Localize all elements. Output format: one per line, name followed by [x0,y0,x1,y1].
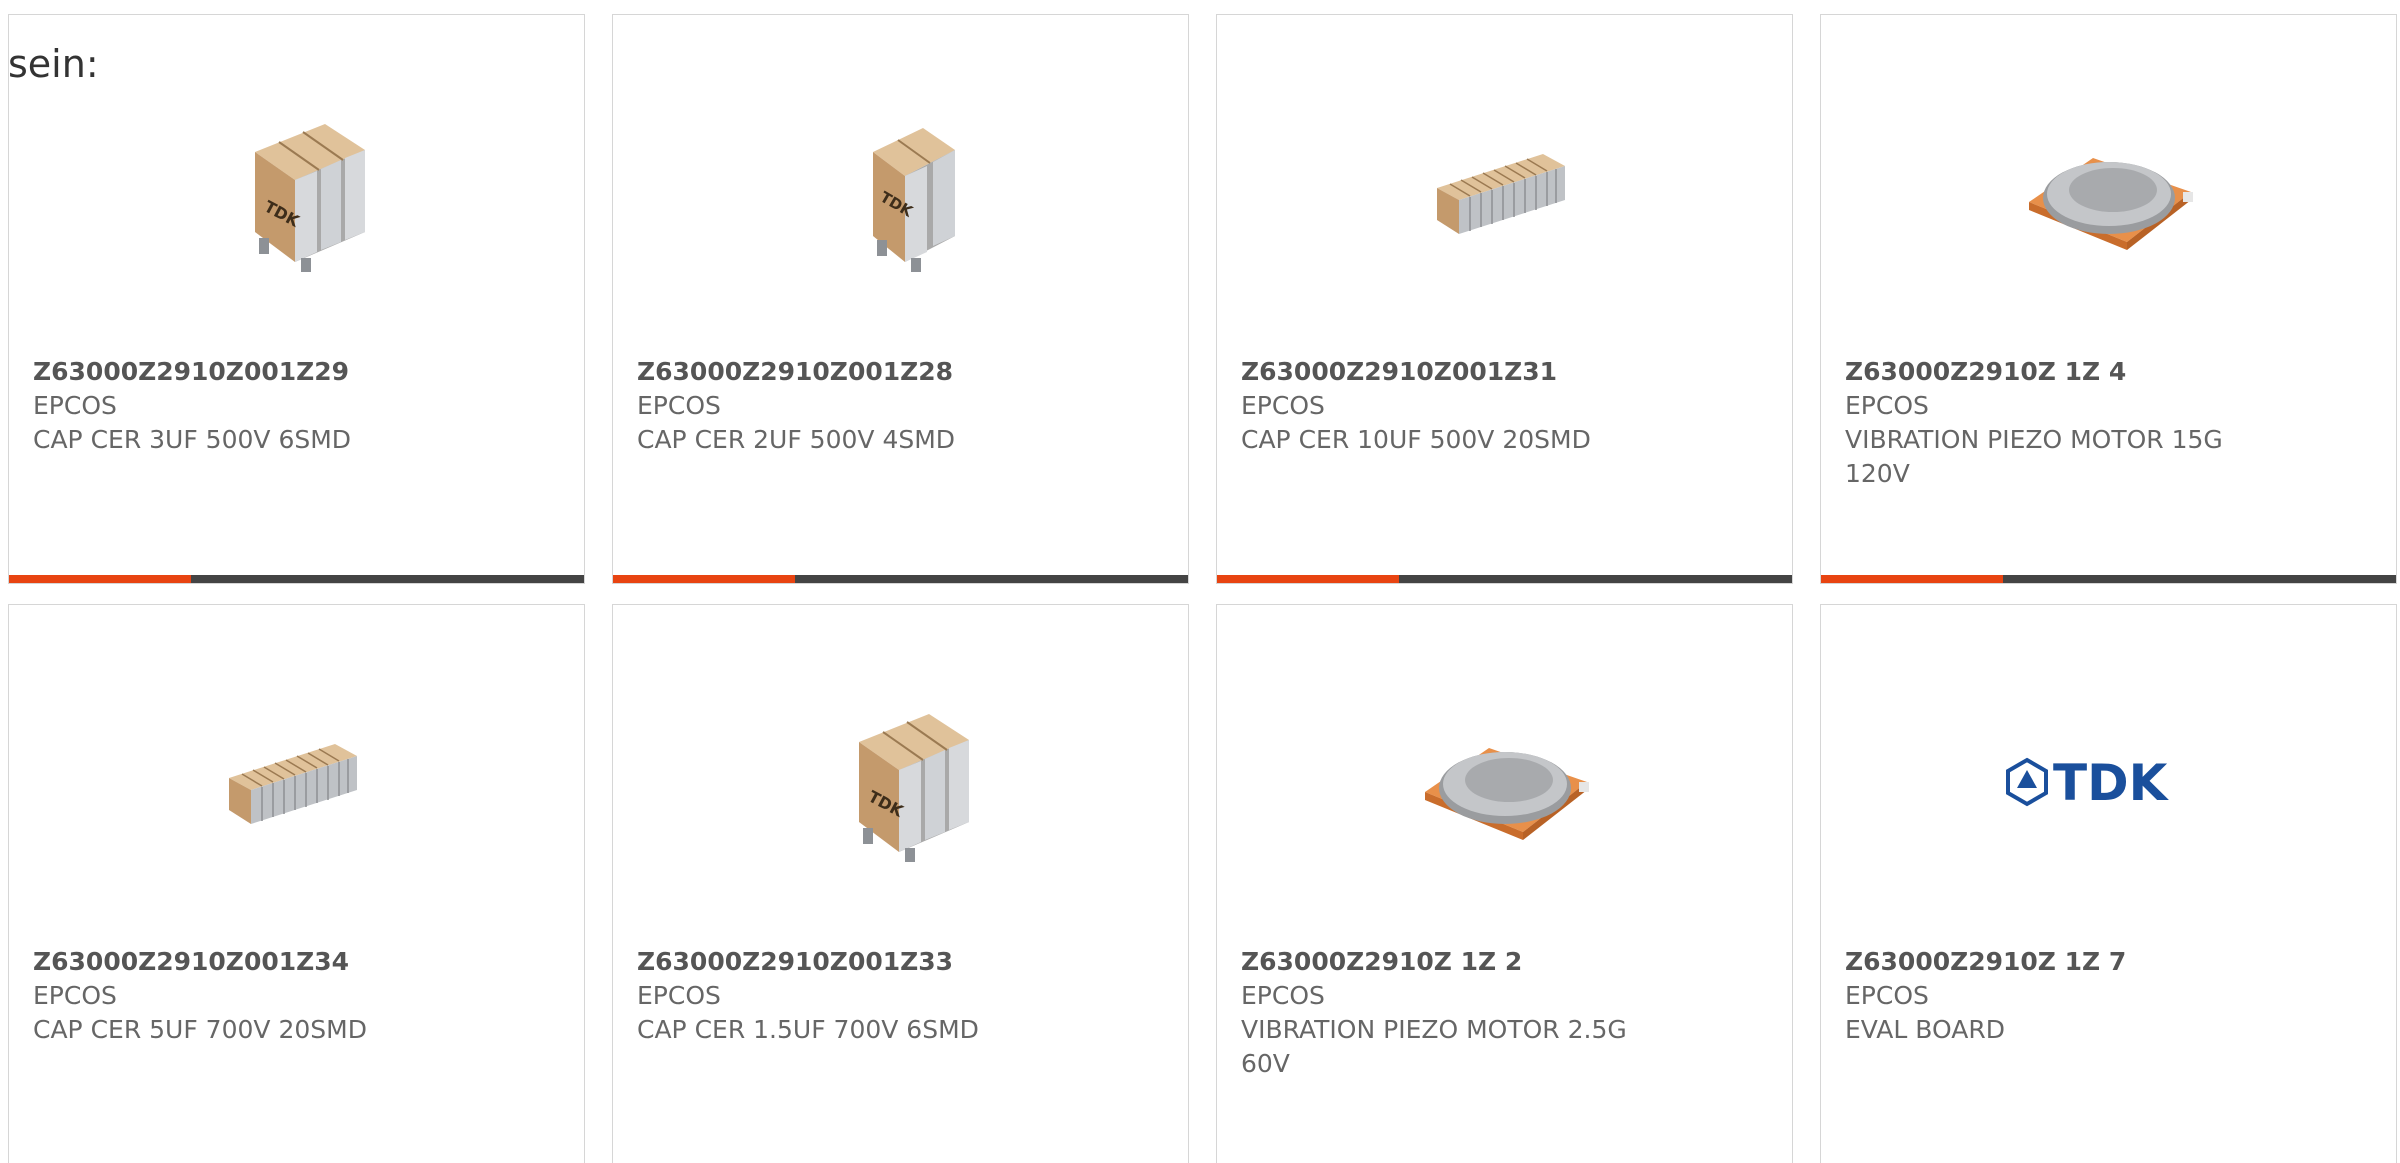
manufacturer: EPCOS [33,391,117,420]
product-grid-page: sein: TDK Z63000Z2910Z001Z29 EPCOS CAP C… [0,0,2400,1163]
ceramic-capacitor-row-10-icon [228,744,357,824]
part-number[interactable]: Z63000Z2910Z 1Z 7 [1845,945,2372,979]
product-meta: Z63000Z2910Z001Z28 EPCOS CAP CER 2UF 500… [637,355,1164,457]
product-image[interactable]: TDK [1821,657,2396,907]
product-description: CAP CER 5UF 700V 20SMD [33,1015,367,1044]
manufacturer: EPCOS [1241,391,1325,420]
manufacturer: EPCOS [637,391,721,420]
tdk-logo-text: TDK [2053,754,2170,812]
ceramic-capacitor-row-10-icon [1436,154,1565,234]
manufacturer: EPCOS [1845,981,1929,1010]
product-description: EVAL BOARD [1845,1015,2005,1044]
product-image[interactable] [9,657,584,907]
card-accent-bar [9,575,584,583]
tdk-logo-icon: TDK [2005,754,2170,812]
product-card[interactable]: Z63000Z2910Z 1Z 2 EPCOS VIBRATION PIEZO … [1216,604,1793,1163]
product-image[interactable]: TDK [613,67,1188,317]
part-number[interactable]: Z63000Z2910Z001Z33 [637,945,1164,979]
product-card[interactable]: TDK Z63000Z2910Z001Z29 EPCOS CAP CER 3UF… [8,14,585,584]
part-number[interactable]: Z63000Z2910Z 1Z 4 [1845,355,2372,389]
product-description: VIBRATION PIEZO MOTOR 2.5G 60V [1241,1015,1627,1078]
product-card[interactable]: TDK Z63000Z2910Z001Z28 EPCOS CAP CER 2UF… [612,14,1189,584]
card-accent-fill [613,575,795,583]
manufacturer: EPCOS [33,981,117,1010]
product-description: CAP CER 2UF 500V 4SMD [637,425,956,454]
ceramic-capacitor-stack-2-icon: TDK [872,128,955,272]
product-meta: Z63000Z2910Z001Z33 EPCOS CAP CER 1.5UF 7… [637,945,1164,1047]
product-image[interactable] [1217,657,1792,907]
card-accent-bar [1821,575,2396,583]
manufacturer: EPCOS [637,981,721,1010]
manufacturer: EPCOS [1241,981,1325,1010]
card-accent-bar [1217,575,1792,583]
product-image[interactable] [1821,67,2396,317]
product-meta: Z63000Z2910Z 1Z 7 EPCOS EVAL BOARD [1845,945,2372,1047]
product-meta: Z63000Z2910Z001Z31 EPCOS CAP CER 10UF 50… [1241,355,1768,457]
product-image[interactable] [1217,67,1792,317]
lead-text: sein: [8,42,99,86]
product-meta: Z63000Z2910Z001Z34 EPCOS CAP CER 5UF 700… [33,945,560,1047]
product-card[interactable]: Z63000Z2910Z001Z31 EPCOS CAP CER 10UF 50… [1216,14,1793,584]
product-description: CAP CER 1.5UF 700V 6SMD [637,1015,979,1044]
product-card[interactable]: Z63000Z2910Z 1Z 4 EPCOS VIBRATION PIEZO … [1820,14,2397,584]
product-card[interactable]: TDK Z63000Z2910Z 1Z 7 EPCOS EVAL BOARD [1820,604,2397,1163]
product-meta: Z63000Z2910Z 1Z 4 EPCOS VIBRATION PIEZO … [1845,355,2372,491]
card-accent-fill [1821,575,2003,583]
part-number[interactable]: Z63000Z2910Z001Z31 [1241,355,1768,389]
part-number[interactable]: Z63000Z2910Z001Z28 [637,355,1164,389]
product-description: VIBRATION PIEZO MOTOR 15G 120V [1845,425,2223,488]
ceramic-capacitor-stack-3-icon: TDK [254,124,365,272]
product-meta: Z63000Z2910Z 1Z 2 EPCOS VIBRATION PIEZO … [1241,945,1768,1081]
product-image[interactable]: TDK [9,67,584,317]
piezo-motor-disc-icon [1424,748,1589,840]
part-number[interactable]: Z63000Z2910Z 1Z 2 [1241,945,1768,979]
part-number[interactable]: Z63000Z2910Z001Z34 [33,945,560,979]
product-image[interactable]: TDK [613,657,1188,907]
product-meta: Z63000Z2910Z001Z29 EPCOS CAP CER 3UF 500… [33,355,560,457]
product-card[interactable]: Z63000Z2910Z001Z34 EPCOS CAP CER 5UF 700… [8,604,585,1163]
part-number[interactable]: Z63000Z2910Z001Z29 [33,355,560,389]
product-description: CAP CER 3UF 500V 6SMD [33,425,352,454]
piezo-motor-disc-icon [2028,158,2193,250]
product-card[interactable]: TDK Z63000Z2910Z001Z33 EPCOS CAP CER 1.5… [612,604,1189,1163]
card-accent-fill [9,575,191,583]
card-accent-fill [1217,575,1399,583]
manufacturer: EPCOS [1845,391,1929,420]
product-description: CAP CER 10UF 500V 20SMD [1241,425,1591,454]
card-accent-bar [613,575,1188,583]
ceramic-capacitor-stack-3-icon: TDK [858,714,969,862]
